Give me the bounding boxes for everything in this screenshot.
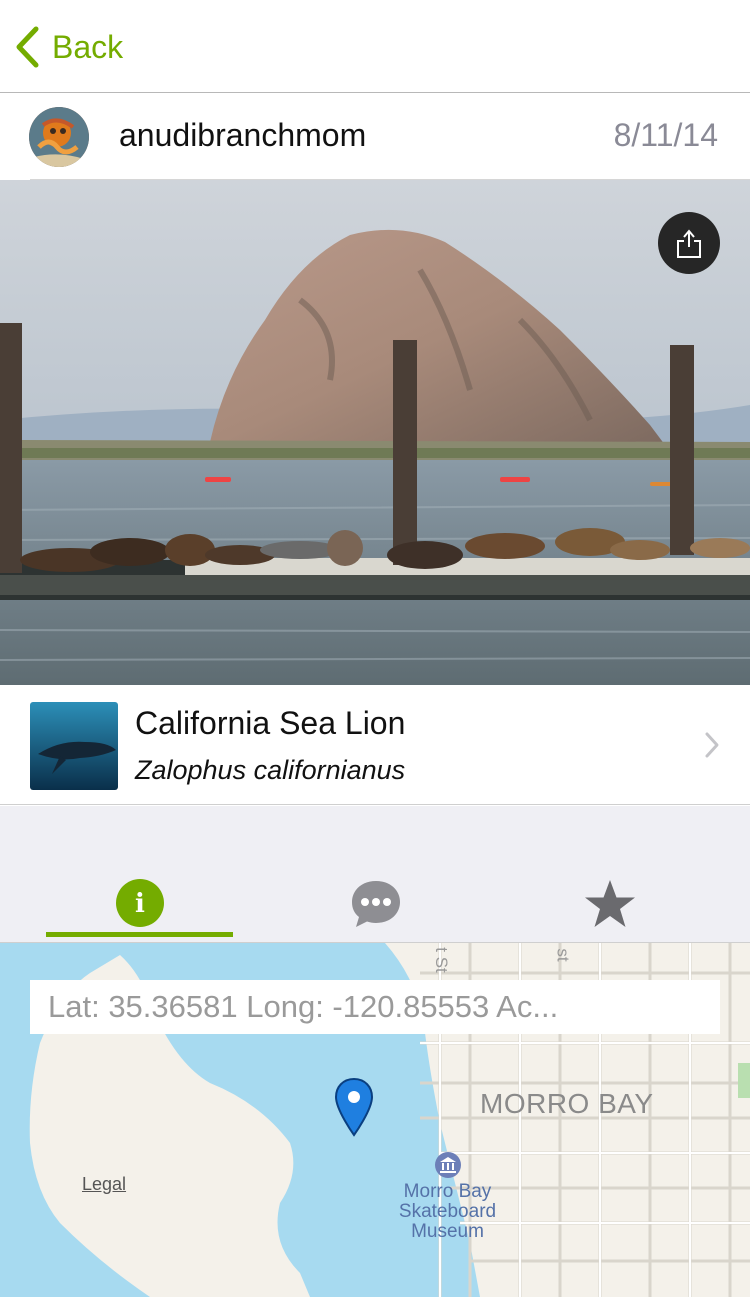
poi-label-line: Museum (411, 1221, 484, 1242)
taxon-row[interactable]: California Sea Lion Zalophus californian… (0, 685, 750, 805)
back-button[interactable]: Back (14, 22, 123, 72)
street-label: t St (431, 947, 451, 973)
share-button[interactable] (658, 212, 720, 274)
poi-label-line: Morro Bay (403, 1181, 492, 1202)
observation-date: 8/11/14 (613, 117, 718, 153)
star-icon (584, 880, 635, 927)
taxon-thumbnail (30, 702, 118, 790)
chevron-right-icon (705, 732, 719, 758)
avatar[interactable] (29, 107, 89, 167)
info-icon: i (115, 879, 164, 927)
comment-bubble-icon (351, 881, 400, 927)
location-pin-icon[interactable] (334, 1077, 374, 1142)
legal-link[interactable]: Legal (82, 1174, 126, 1195)
username[interactable]: anudibranchmom (119, 117, 366, 154)
city-label: MORRO BAY (480, 1088, 654, 1119)
chevron-left-icon (16, 26, 39, 68)
poi-label[interactable]: Morro Bay Skateboard Museum (380, 1182, 515, 1242)
poi-label-line: Skateboard (398, 1201, 497, 1222)
nav-bar: Back (0, 0, 750, 93)
tab-favorites[interactable] (516, 858, 703, 943)
coordinates-field: Lat: 35.36581 Long: -120.85553 Ac... (30, 980, 720, 1034)
observation-photo[interactable] (0, 180, 750, 685)
svg-text:i: i (135, 889, 145, 919)
share-icon (677, 229, 701, 258)
tab-comments[interactable] (282, 858, 469, 943)
taxon-common-name: California Sea Lion (135, 705, 406, 741)
user-row: anudibranchmom 8/11/14 (0, 93, 750, 180)
back-label: Back (52, 28, 124, 65)
tab-info[interactable]: i (46, 858, 233, 943)
tab-bar: i (0, 806, 750, 943)
museum-icon (435, 1152, 461, 1178)
active-tab-indicator (46, 932, 233, 937)
street-label: st (553, 948, 573, 962)
taxon-scientific-name: Zalophus californianus (135, 755, 406, 785)
